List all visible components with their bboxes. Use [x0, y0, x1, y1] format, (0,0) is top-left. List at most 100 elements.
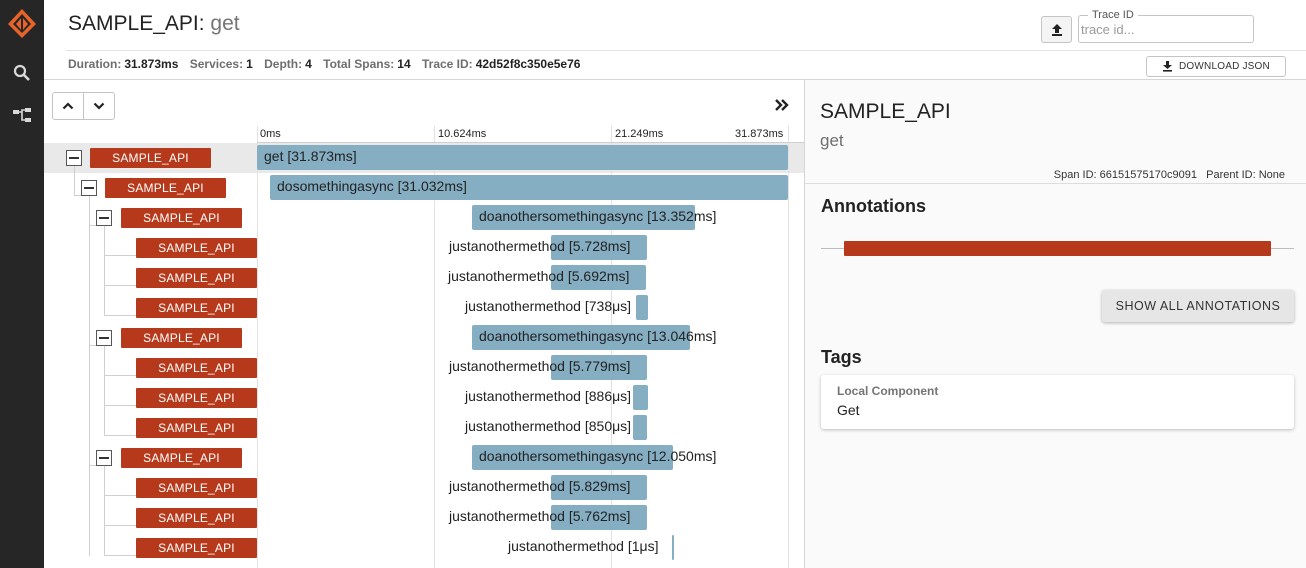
parent-id-label: Parent ID: [1206, 169, 1256, 181]
service-badge[interactable]: SAMPLE_API [121, 208, 242, 228]
detail-span-name: get [820, 131, 844, 150]
service-badge[interactable]: SAMPLE_API [136, 238, 257, 258]
detail-service-name: SAMPLE_API [820, 100, 951, 123]
tag-value: Get [837, 402, 860, 418]
tree-connector [104, 346, 105, 436]
tree-connector [104, 525, 136, 526]
tree-connector [89, 196, 90, 556]
collapse-toggle[interactable] [96, 330, 112, 346]
upload-json-button[interactable] [1041, 16, 1072, 43]
search-icon[interactable] [12, 63, 32, 83]
span-label: justanothermethod [5.692ms] [448, 268, 630, 284]
span-label: doanothersomethingasync [12.050ms] [479, 448, 717, 464]
expand-all-button[interactable] [83, 93, 114, 119]
download-json-button[interactable]: DOWNLOAD JSON [1146, 56, 1286, 77]
logo-icon[interactable] [6, 7, 38, 39]
stat-key: Depth: [264, 57, 303, 71]
tick-label: 0ms [260, 128, 281, 140]
service-badge[interactable]: SAMPLE_API [136, 538, 257, 558]
trace-timeline: 0ms 10.624ms 21.249ms 31.873ms SAMPLE_AP… [44, 80, 804, 568]
stat-value: 1 [246, 57, 253, 71]
span-label: justanothermethod [5.728ms] [449, 238, 631, 254]
trace-stats: Duration: 31.873ms Services: 1 Depth: 4 Tot… [68, 57, 588, 71]
service-badge[interactable]: SAMPLE_API [136, 268, 257, 288]
double-chevron-right-icon [775, 99, 789, 111]
trace-header: SAMPLE_API: get Duration: 31.873ms Servic… [44, 0, 1306, 80]
collapse-toggle[interactable] [96, 450, 112, 466]
parent-id-value: None [1258, 169, 1285, 181]
span-bar[interactable] [633, 415, 647, 440]
tree-connector [104, 226, 105, 316]
tree-connector [104, 285, 136, 286]
stat-value: 31.873ms [124, 57, 179, 71]
collapse-toggle[interactable] [81, 180, 97, 196]
collapse-toggle[interactable] [96, 210, 112, 226]
detail-divider [805, 183, 1306, 184]
show-all-annotations-button[interactable]: SHOW ALL ANNOTATIONS [1102, 290, 1294, 322]
stat-key: Duration: [68, 57, 122, 71]
tick-label: 10.624ms [438, 128, 487, 140]
download-icon [1163, 61, 1173, 72]
stat-key: Total Spans: [323, 57, 395, 71]
tree-connector [104, 466, 105, 556]
tag-card: Local Component Get [821, 375, 1294, 429]
service-badge[interactable]: SAMPLE_API [105, 178, 226, 198]
page-title: SAMPLE_API: get [68, 12, 240, 36]
span-label: justanothermethod [1μs] [508, 538, 659, 554]
span-label: dosomethingasync [31.032ms] [277, 178, 467, 194]
service-badge[interactable]: SAMPLE_API [136, 418, 257, 438]
collapse-all-button[interactable] [53, 93, 83, 119]
stat-value: 4 [305, 57, 312, 71]
tree-connector [104, 315, 136, 316]
detail-span-ids: Span ID: 66151575170c9091 Parent ID: Non… [1054, 169, 1285, 181]
service-badge[interactable]: SAMPLE_API [136, 478, 257, 498]
tree-connector [104, 555, 136, 556]
span-label: justanothermethod [5.829ms] [449, 478, 631, 494]
title-service: SAMPLE_API [68, 12, 199, 35]
span-bar[interactable] [672, 535, 674, 560]
collapse-controls [52, 92, 115, 120]
tree-connector [104, 495, 136, 496]
stat-value: 42d52f8c350e5e76 [475, 57, 581, 71]
span-bar[interactable] [633, 385, 648, 410]
tree-connector [104, 255, 136, 256]
dependencies-icon[interactable] [12, 106, 32, 126]
collapse-toggle[interactable] [66, 150, 82, 166]
timeline-axis [257, 142, 804, 143]
chevron-down-icon [93, 102, 105, 110]
service-badge[interactable]: SAMPLE_API [121, 328, 242, 348]
span-bar[interactable] [636, 295, 648, 320]
span-label: get [31.873ms] [264, 148, 357, 164]
service-badge[interactable]: SAMPLE_API [90, 148, 211, 168]
annotations-heading: Annotations [821, 196, 926, 216]
span-label: justanothermethod [5.779ms] [449, 358, 631, 374]
service-badge[interactable]: SAMPLE_API [136, 298, 257, 318]
service-badge[interactable]: SAMPLE_API [136, 508, 257, 528]
tick-gridline [257, 126, 258, 568]
chevron-up-icon [62, 102, 74, 110]
span-label: justanothermethod [886μs] [465, 388, 632, 404]
span-label: justanothermethod [5.762ms] [449, 508, 631, 524]
span-label: justanothermethod [850μs] [465, 418, 632, 434]
annotation-bar[interactable] [844, 241, 1271, 256]
service-badge[interactable]: SAMPLE_API [136, 358, 257, 378]
tree-connector [104, 375, 136, 376]
span-label: doanothersomethingasync [13.046ms] [479, 328, 717, 344]
service-badge[interactable]: SAMPLE_API [136, 388, 257, 408]
trace-id-input[interactable] [1081, 20, 1249, 38]
title-method: get [204, 12, 240, 35]
tags-heading: Tags [821, 347, 862, 367]
tree-connector [104, 405, 136, 406]
span-label: doanothersomethingasync [13.352ms] [479, 208, 717, 224]
tag-key: Local Component [837, 384, 939, 398]
tick-gridline [788, 126, 789, 568]
stat-key: Trace ID: [421, 57, 473, 71]
nav-rail [0, 0, 44, 568]
service-badge[interactable]: SAMPLE_API [121, 448, 242, 468]
tick-label: 21.249ms [615, 128, 664, 140]
toggle-detail-button[interactable] [772, 96, 792, 114]
tree-connector [104, 435, 136, 436]
header-divider [66, 50, 1306, 51]
upload-icon [1051, 23, 1062, 36]
stat-key: Services: [189, 57, 244, 71]
